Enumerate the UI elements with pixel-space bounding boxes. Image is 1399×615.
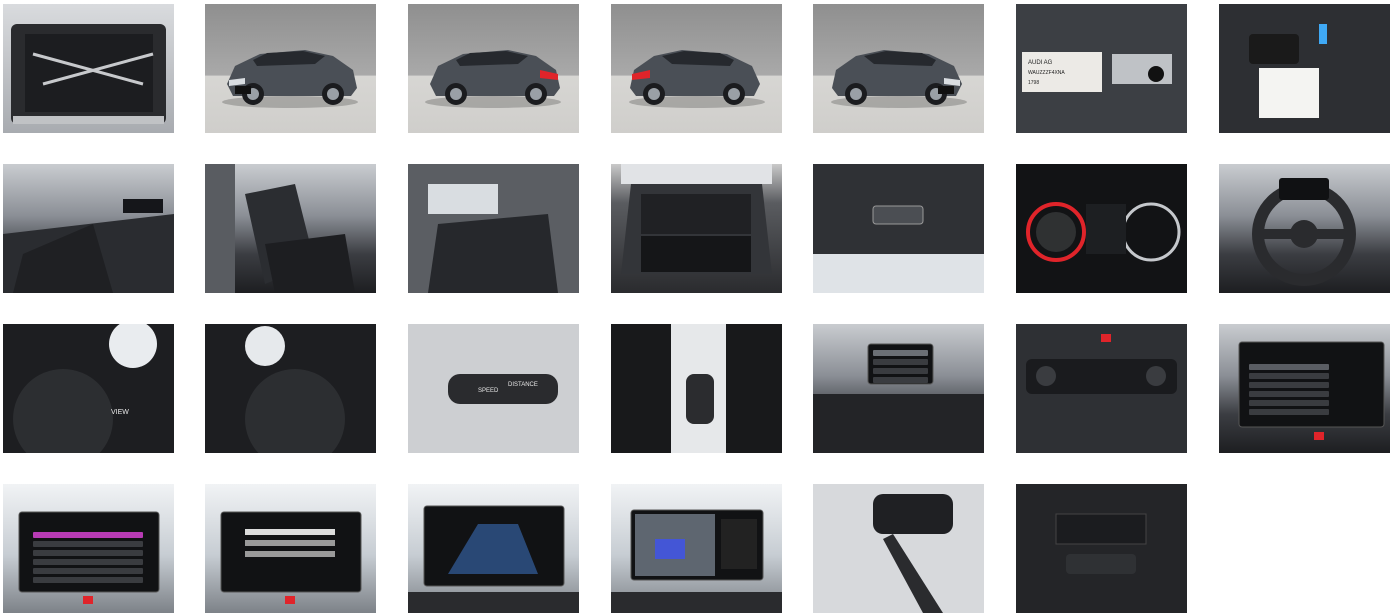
photo-vin-plate[interactable]: AUDI AG WAUZZZF4XNA 1798 [1016, 4, 1187, 133]
photo-image [3, 484, 174, 613]
photo-image [1219, 324, 1390, 453]
photo-keys-and-manual[interactable] [1219, 4, 1390, 133]
stalk-distance-label: DISTANCE [508, 382, 538, 388]
photo-image: AUDI AG WAUZZZF4XNA 1798 [1016, 4, 1187, 133]
photo-image [408, 484, 579, 613]
photo-rear-three-quarter-left[interactable] [408, 4, 579, 133]
vin-plate-line-2: WAUZZZF4XNA [1028, 70, 1065, 76]
photo-image [1016, 164, 1187, 293]
photo-image [611, 484, 782, 613]
photo-image: VIEW [3, 324, 174, 453]
photo-image [205, 484, 376, 613]
photo-digital-cockpit[interactable] [1016, 164, 1187, 293]
photo-image [3, 4, 174, 133]
photo-image [1016, 324, 1187, 453]
photo-front-seats-passenger-side[interactable] [3, 164, 174, 293]
photo-mmi-message[interactable] [205, 484, 376, 613]
photo-image: SPEED DISTANCE [408, 324, 579, 453]
photo-cruise-control-stalk[interactable]: SPEED DISTANCE [408, 324, 579, 453]
photo-gallery: AUDI AG WAUZZZF4XNA 1798 VIEW SPEED DISTANCE [0, 0, 1399, 615]
photo-tailgate-button[interactable] [813, 164, 984, 293]
vin-plate-line-1: AUDI AG [1028, 60, 1053, 66]
photo-wheel-buttons-right[interactable] [205, 324, 376, 453]
photo-image [408, 4, 579, 133]
photo-image [205, 4, 376, 133]
photo-mmi-driver-assist[interactable] [1219, 324, 1390, 453]
photo-mmi-navigation[interactable] [408, 484, 579, 613]
photo-image [813, 4, 984, 133]
photo-rear-air-vents[interactable] [1016, 484, 1187, 613]
photo-image [1016, 484, 1187, 613]
photo-front-three-quarter[interactable] [205, 4, 376, 133]
photo-image [1219, 164, 1390, 293]
photo-rear-seats[interactable] [408, 164, 579, 293]
photo-image [611, 4, 782, 133]
photo-image [813, 324, 984, 453]
photo-image [1219, 4, 1390, 133]
photo-boot-cargo-bars[interactable] [3, 4, 174, 133]
photo-front-three-quarter-right[interactable] [813, 4, 984, 133]
photo-climate-control[interactable] [1016, 324, 1187, 453]
photo-gear-selector[interactable] [611, 324, 782, 453]
photo-image [408, 164, 579, 293]
vin-plate-line-3: 1798 [1028, 80, 1039, 86]
stalk-speed-label: SPEED [478, 388, 499, 394]
photo-mmi-media[interactable] [3, 484, 174, 613]
photo-dashboard-center[interactable] [813, 324, 984, 453]
view-button-label: VIEW [111, 409, 129, 416]
photo-image [205, 164, 376, 293]
photo-image [611, 324, 782, 453]
photo-image [813, 484, 984, 613]
photo-image [611, 164, 782, 293]
photo-wheel-buttons-left[interactable]: VIEW [3, 324, 174, 453]
photo-steering-wheel[interactable] [1219, 164, 1390, 293]
photo-rear-three-quarter-right[interactable] [611, 4, 782, 133]
photo-rear-camera[interactable] [611, 484, 782, 613]
photo-image [205, 324, 376, 453]
photo-image [813, 164, 984, 293]
photo-trunk-open[interactable] [611, 164, 782, 293]
photo-rear-view-mirror[interactable] [813, 484, 984, 613]
photo-front-seat-driver-door[interactable] [205, 164, 376, 293]
photo-image [3, 164, 174, 293]
